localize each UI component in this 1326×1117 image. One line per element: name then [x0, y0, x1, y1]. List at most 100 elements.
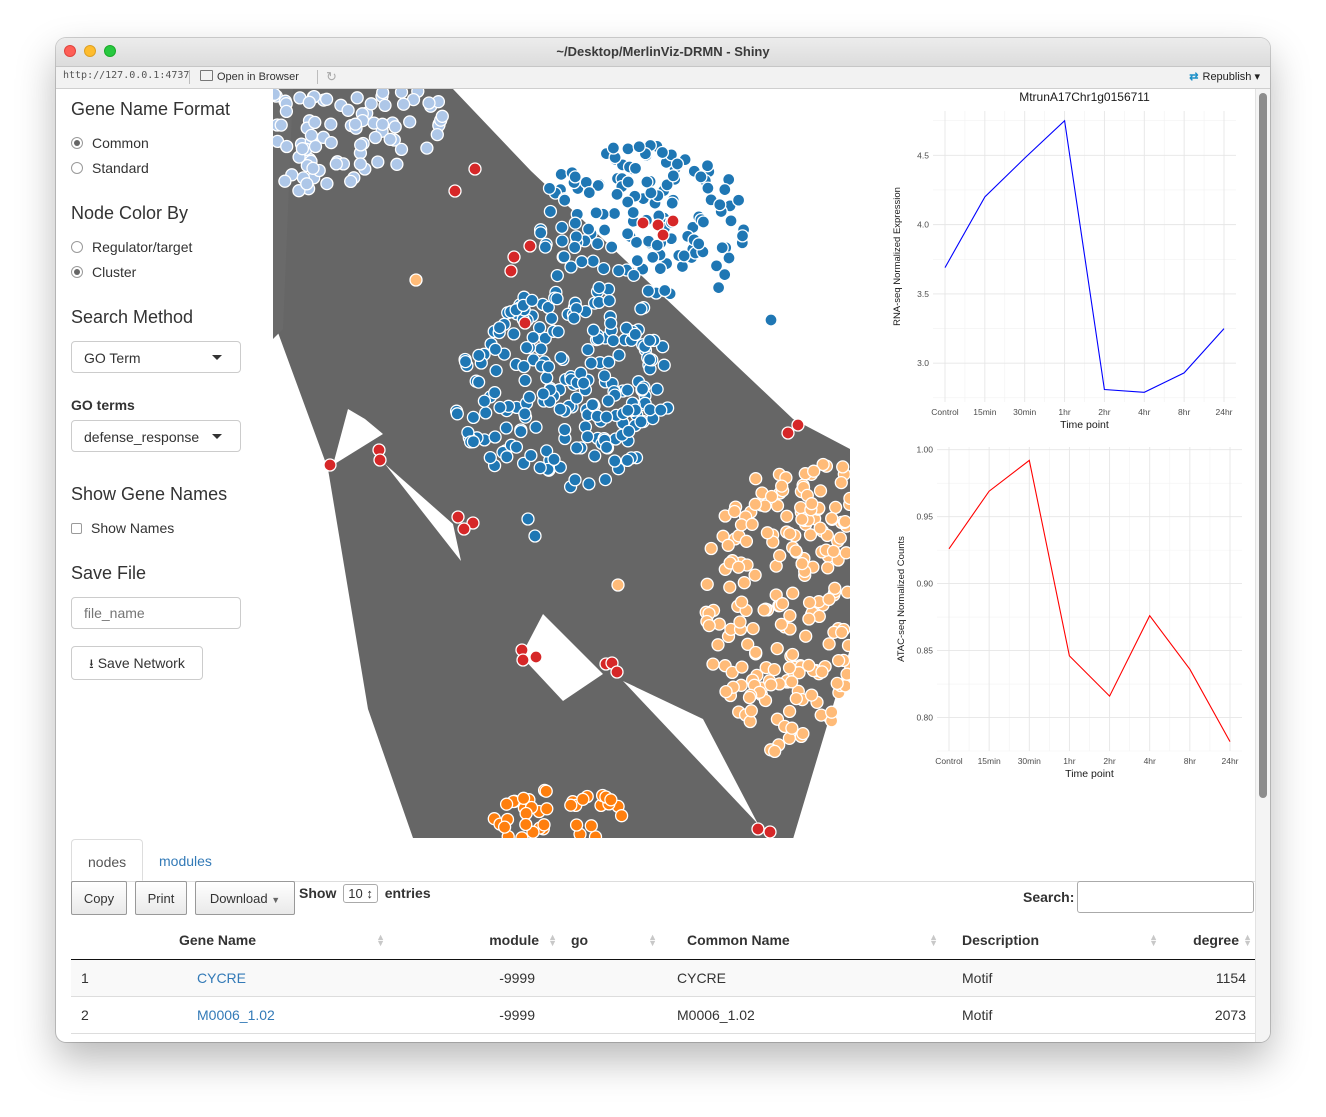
- network-node-light-blue[interactable]: [394, 89, 409, 99]
- network-canvas[interactable]: [267, 89, 857, 845]
- network-node-light-blue[interactable]: [280, 139, 294, 154]
- network-node-red[interactable]: [468, 162, 482, 176]
- network-node-blue[interactable]: [640, 175, 654, 189]
- network-node-blue[interactable]: [493, 400, 507, 415]
- radio-button[interactable]: [71, 137, 83, 149]
- network-node-light-blue[interactable]: [308, 139, 323, 154]
- network-node-light-blue[interactable]: [300, 177, 314, 191]
- network-node-blue[interactable]: [621, 175, 635, 189]
- network-node-light-blue[interactable]: [396, 97, 411, 111]
- network-node-blue[interactable]: [764, 313, 778, 327]
- network-node-blue[interactable]: [612, 264, 626, 278]
- network-node-light-blue[interactable]: [279, 104, 294, 119]
- network-node-blue[interactable]: [601, 394, 615, 408]
- network-node-light-orange[interactable]: [744, 704, 758, 718]
- network-node-red[interactable]: [373, 453, 387, 467]
- network-node-blue[interactable]: [658, 283, 672, 298]
- network-node-blue[interactable]: [554, 167, 568, 182]
- show-names-checkbox-row[interactable]: Show Names: [71, 520, 174, 536]
- network-node-blue[interactable]: [599, 410, 614, 424]
- network-node-light-orange[interactable]: [821, 561, 835, 575]
- column-header-gene-name[interactable]: Gene Name ▲ ▼: [131, 921, 389, 960]
- network-node-light-orange[interactable]: [789, 544, 803, 558]
- network-node-blue[interactable]: [666, 169, 680, 183]
- network-node-blue[interactable]: [620, 227, 635, 241]
- network-node-blue[interactable]: [589, 206, 603, 220]
- network-node-blue[interactable]: [605, 240, 619, 254]
- network-node-orange[interactable]: [537, 818, 551, 832]
- network-node-red[interactable]: [636, 216, 650, 230]
- network-node-light-orange[interactable]: [760, 526, 775, 540]
- radio-regulator-target[interactable]: Regulator/target: [71, 239, 192, 255]
- network-node-blue[interactable]: [581, 343, 595, 357]
- tab-nodes[interactable]: nodes: [71, 839, 144, 881]
- network-node-light-orange[interactable]: [773, 549, 787, 563]
- network-node-blue[interactable]: [458, 354, 473, 369]
- print-button[interactable]: Print: [135, 881, 187, 915]
- network-node-blue[interactable]: [644, 186, 658, 200]
- network-node-light-blue[interactable]: [350, 91, 364, 105]
- network-node-light-orange[interactable]: [841, 638, 856, 653]
- network-node-red[interactable]: [610, 665, 624, 679]
- network-node-light-orange[interactable]: [757, 603, 771, 617]
- network-node-light-blue[interactable]: [354, 138, 368, 152]
- network-node-orange[interactable]: [584, 819, 598, 833]
- network-node-light-orange[interactable]: [834, 475, 848, 490]
- network-node-blue[interactable]: [731, 193, 746, 207]
- network-node-blue[interactable]: [576, 376, 591, 390]
- network-node-blue[interactable]: [525, 293, 539, 308]
- network-node-blue[interactable]: [655, 145, 670, 160]
- network-node-blue[interactable]: [528, 529, 542, 543]
- network-node-blue[interactable]: [621, 142, 635, 156]
- refresh-icon[interactable]: ↻: [326, 69, 337, 85]
- network-node-blue[interactable]: [533, 461, 547, 475]
- network-node-light-blue[interactable]: [324, 117, 338, 131]
- network-node-light-orange[interactable]: [719, 684, 733, 699]
- network-node-light-orange[interactable]: [727, 504, 742, 519]
- network-node-light-orange[interactable]: [843, 491, 857, 506]
- network-node-blue[interactable]: [654, 403, 668, 417]
- network-node-blue[interactable]: [543, 204, 558, 219]
- network-node-blue[interactable]: [634, 302, 648, 316]
- network-node-blue[interactable]: [483, 450, 497, 465]
- network-node-light-blue[interactable]: [430, 127, 444, 142]
- network-node-blue[interactable]: [646, 250, 660, 264]
- network-node-blue[interactable]: [657, 358, 671, 372]
- network-node-blue[interactable]: [568, 473, 582, 487]
- network-node-light-orange[interactable]: [828, 581, 842, 595]
- network-node-blue[interactable]: [606, 334, 620, 348]
- network-node-light-blue[interactable]: [319, 92, 334, 106]
- network-node-light-blue[interactable]: [390, 157, 404, 171]
- network-node-blue[interactable]: [621, 403, 635, 418]
- network-node-light-orange[interactable]: [775, 597, 790, 611]
- network-node-blue[interactable]: [568, 216, 582, 230]
- network-node-light-orange[interactable]: [706, 657, 720, 671]
- network-node-light-orange[interactable]: [840, 585, 855, 599]
- network-node-light-orange[interactable]: [748, 568, 762, 582]
- network-node-blue[interactable]: [715, 241, 729, 255]
- network-node-blue[interactable]: [590, 236, 605, 251]
- network-node-red[interactable]: [504, 264, 518, 278]
- network-node-blue[interactable]: [555, 220, 569, 235]
- table-search-input[interactable]: [1077, 881, 1254, 913]
- network-node-light-orange[interactable]: [785, 675, 799, 689]
- network-node-blue[interactable]: [627, 268, 641, 282]
- network-node-blue[interactable]: [718, 182, 732, 197]
- network-node-blue[interactable]: [582, 477, 596, 491]
- network-node-red[interactable]: [451, 510, 465, 524]
- network-node-light-orange[interactable]: [774, 617, 789, 632]
- file-name-input[interactable]: [71, 597, 241, 629]
- network-node-blue[interactable]: [492, 320, 507, 335]
- network-node-blue[interactable]: [602, 293, 616, 308]
- network-node-light-orange[interactable]: [702, 618, 716, 633]
- network-node-red[interactable]: [323, 458, 337, 472]
- network-node-blue[interactable]: [700, 159, 715, 173]
- scrollbar-thumb[interactable]: [1259, 93, 1267, 798]
- network-node-light-orange[interactable]: [734, 595, 749, 609]
- network-node-blue[interactable]: [553, 402, 567, 416]
- network-node-blue[interactable]: [610, 187, 624, 202]
- network-node-orange[interactable]: [516, 791, 531, 805]
- network-node-orange[interactable]: [569, 818, 584, 832]
- network-node-light-orange[interactable]: [840, 667, 854, 681]
- network-node-orange[interactable]: [540, 802, 554, 816]
